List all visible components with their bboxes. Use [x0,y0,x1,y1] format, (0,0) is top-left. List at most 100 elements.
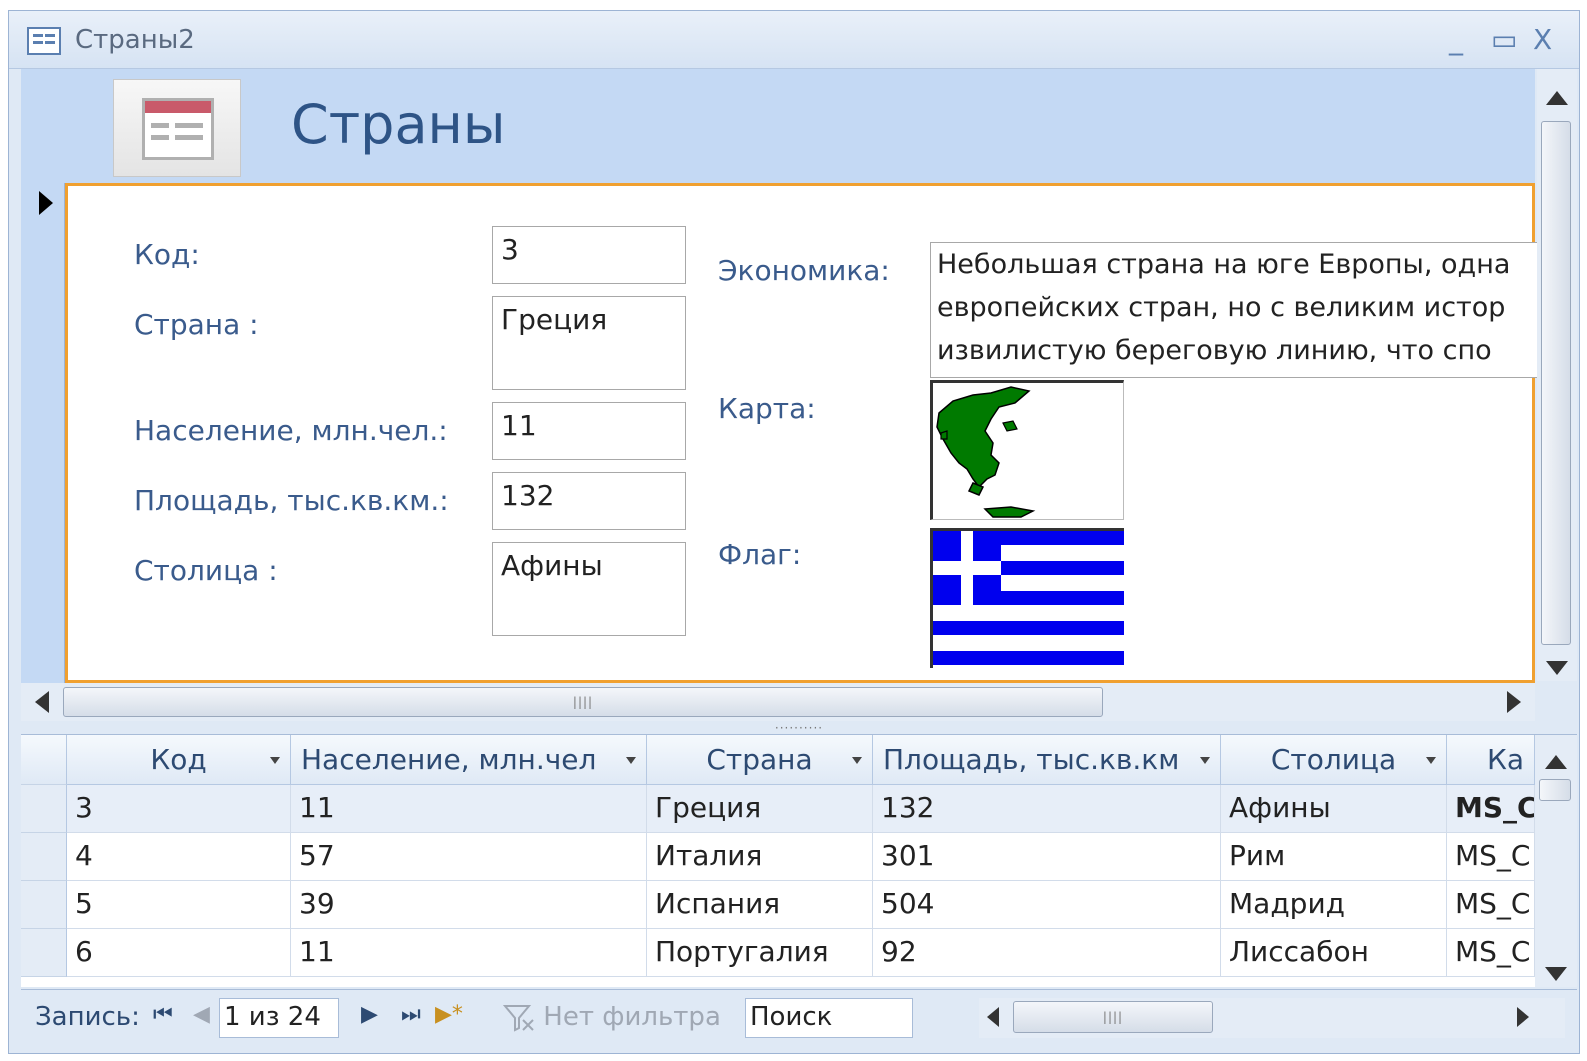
table-cell[interactable]: Италия [647,833,873,881]
table-cell[interactable]: Испания [647,881,873,929]
close-button[interactable]: X [1533,23,1552,56]
table-cell[interactable]: Лиссабон [1221,929,1447,977]
scroll-left-icon[interactable] [987,1007,999,1027]
search-input[interactable]: Поиск [745,998,913,1038]
table-cell[interactable]: 4 [67,833,291,881]
scroll-thumb[interactable]: |||| [1013,1001,1213,1033]
last-record-icon[interactable]: ⏭ [401,1002,421,1027]
select-all-corner[interactable] [21,735,67,785]
row-selector[interactable] [21,881,67,929]
area-field[interactable]: 132 [492,472,686,530]
economy-field[interactable]: Небольшая страна на юге Европы, одна евр… [930,242,1550,378]
column-header-area[interactable]: Площадь, тыс.кв.км [873,735,1221,785]
table-cell[interactable]: 39 [291,881,647,929]
table-cell[interactable]: 11 [291,929,647,977]
table-cell[interactable]: 132 [873,785,1221,833]
table-cell[interactable]: MS_C [1447,881,1535,929]
population-label: Население, млн.чел.: [134,414,448,447]
scroll-right-icon[interactable] [1507,691,1521,713]
next-record-icon[interactable]: ▶ [361,1002,378,1027]
form-icon [27,27,61,55]
table-cell[interactable]: 5 [67,881,291,929]
split-form-divider[interactable]: ·········· [21,721,1577,735]
code-field[interactable]: 3 [492,226,686,284]
row-selector[interactable] [21,833,67,881]
window-title: Страны2 [75,25,195,55]
table-cell[interactable]: Рим [1221,833,1447,881]
current-record-arrow-icon [39,191,53,215]
form-header: Страны [21,69,1535,183]
flag-label: Флаг: [718,538,802,571]
access-form-window: Страны2 _ ▭ X Страны Код: 3 Страна : Гре… [8,10,1580,1054]
table-cell[interactable]: MS_C [1447,929,1535,977]
minimize-button[interactable]: _ [1449,23,1463,56]
form-header-icon [113,79,241,177]
map-image[interactable] [930,380,1124,520]
scroll-left-icon[interactable] [35,691,49,713]
scroll-thumb[interactable] [1539,779,1571,801]
row-selector[interactable] [21,785,67,833]
table-cell[interactable]: 57 [291,833,647,881]
economy-label: Экономика: [718,254,890,287]
table-cell[interactable]: Мадрид [1221,881,1447,929]
record-label: Запись: [35,1002,140,1032]
column-header-map[interactable]: Ка [1447,735,1535,785]
table-cell[interactable]: 11 [291,785,647,833]
table-cell[interactable]: 92 [873,929,1221,977]
datasheet: Код Население, млн.чел Страна Площадь, т… [21,735,1535,987]
table-cell[interactable]: Греция [647,785,873,833]
country-field[interactable]: Греция [492,296,686,390]
code-label: Код: [134,238,200,271]
economy-line-2: европейских стран, но с великим истор [937,292,1506,323]
dropdown-arrow-icon[interactable] [852,757,862,764]
population-field[interactable]: 11 [492,402,686,460]
datasheet-vertical-scrollbar[interactable] [1535,735,1577,987]
first-record-icon[interactable]: ⏮ [153,1002,173,1027]
title-bar[interactable]: Страны2 _ ▭ X [9,11,1579,69]
table-cell[interactable]: Афины [1221,785,1447,833]
greece-flag-icon [933,531,1124,668]
dropdown-arrow-icon[interactable] [1200,757,1210,764]
column-header-population[interactable]: Население, млн.чел [291,735,647,785]
table-cell[interactable]: MS_C [1447,833,1535,881]
row-selector[interactable] [21,929,67,977]
datasheet-horizontal-scrollbar[interactable]: |||| [979,998,1565,1038]
column-header-country[interactable]: Страна [647,735,873,785]
scroll-down-icon[interactable] [1546,661,1568,675]
dropdown-arrow-icon[interactable] [270,757,280,764]
filter-icon [502,1004,534,1032]
table-cell[interactable]: 301 [873,833,1221,881]
economy-line-1: Небольшая страна на юге Европы, одна [937,249,1511,280]
scroll-thumb[interactable] [1541,121,1571,645]
table-cell[interactable]: MS_C [1447,785,1535,833]
column-header-code[interactable]: Код [67,735,291,785]
scroll-up-icon[interactable] [1546,91,1568,105]
record-navigation-bar: Запись: ⏮ ◀ 1 из 24 ▶ ⏭ ▶* Нет фильтра П… [21,989,1577,1049]
table-cell[interactable]: 6 [67,929,291,977]
dropdown-arrow-icon[interactable] [1426,757,1436,764]
form-vertical-scrollbar[interactable] [1537,69,1577,681]
capital-label: Столица : [134,554,278,587]
record-selector[interactable] [21,183,65,683]
form-horizontal-scrollbar[interactable]: |||| [21,683,1535,721]
dropdown-arrow-icon[interactable] [626,757,636,764]
maximize-button[interactable]: ▭ [1491,23,1517,56]
table-cell[interactable]: Португалия [647,929,873,977]
form-title: Страны [291,93,506,156]
economy-line-3: извилистую береговую линию, что спо [937,335,1492,366]
new-record-icon[interactable]: ▶* [435,1002,463,1027]
scroll-thumb[interactable]: |||| [63,687,1103,717]
filter-status-button[interactable]: Нет фильтра [502,1002,721,1032]
scroll-up-icon[interactable] [1545,755,1567,769]
table-cell[interactable]: 504 [873,881,1221,929]
table-cell[interactable]: 3 [67,785,291,833]
scroll-right-icon[interactable] [1517,1007,1529,1027]
scroll-down-icon[interactable] [1545,967,1567,981]
column-header-capital[interactable]: Столица [1221,735,1447,785]
country-label: Страна : [134,308,259,341]
flag-image[interactable] [930,528,1124,668]
previous-record-icon[interactable]: ◀ [193,1002,210,1027]
map-label: Карта: [718,392,816,425]
current-record-input[interactable]: 1 из 24 [219,998,339,1038]
capital-field[interactable]: Афины [492,542,686,636]
